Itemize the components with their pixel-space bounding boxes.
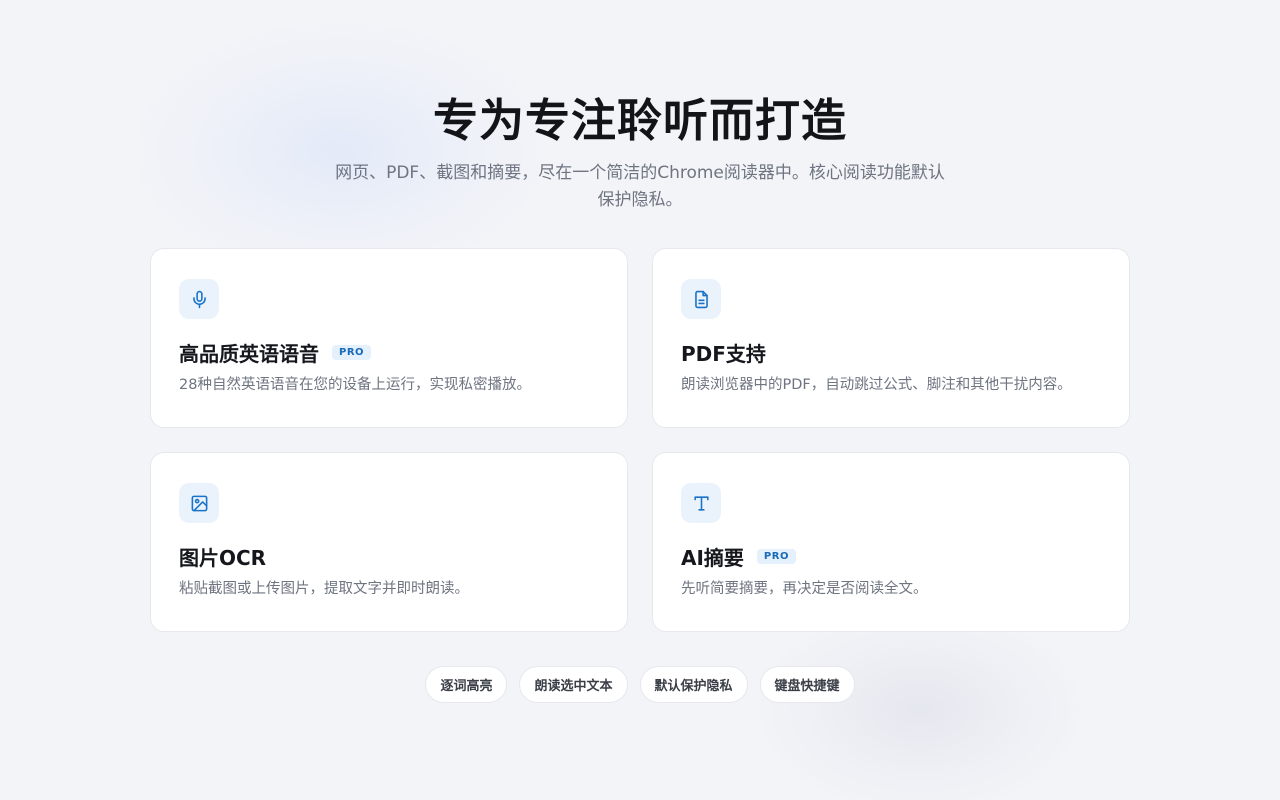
feature-description: 粘贴截图或上传图片，提取文字并即时朗读。 [179, 581, 469, 597]
pro-badge: PRO [756, 548, 796, 564]
feature-title: PDF支持 [681, 341, 766, 366]
tag-word-highlight: 逐词高亮 [425, 666, 508, 703]
microphone-icon [179, 279, 219, 319]
page-subtitle: 网页、PDF、截图和摘要，尽在一个简洁的Chrome阅读器中。核心阅读功能默认保… [335, 163, 945, 210]
image-icon [179, 483, 219, 523]
feature-card-ocr: 图片OCR 粘贴截图或上传图片，提取文字并即时朗读。 [150, 452, 628, 632]
feature-description: 28种自然英语语音在您的设备上运行，实现私密播放。 [179, 377, 531, 393]
tag-privacy-default: 默认保护隐私 [639, 666, 748, 703]
pro-badge: PRO [332, 344, 372, 360]
background-glow-bottom [760, 610, 1080, 800]
tag-keyboard-shortcuts: 键盘快捷键 [759, 666, 855, 703]
feature-grid: 高品质英语语音 PRO 28种自然英语语音在您的设备上运行，实现私密播放。 PD… [150, 248, 1130, 632]
feature-title: 图片OCR [179, 545, 267, 570]
text-icon [681, 483, 721, 523]
feature-description: 先听简要摘要，再决定是否阅读全文。 [681, 581, 928, 597]
document-icon [681, 279, 721, 319]
feature-title: AI摘要 [681, 545, 744, 570]
feature-card-pdf: PDF支持 朗读浏览器中的PDF，自动跳过公式、脚注和其他干扰内容。 [652, 248, 1130, 428]
feature-card-summary: AI摘要 PRO 先听简要摘要，再决定是否阅读全文。 [652, 452, 1130, 632]
tag-read-selection: 朗读选中文本 [519, 666, 628, 703]
feature-tags: 逐词高亮 朗读选中文本 默认保护隐私 键盘快捷键 [0, 666, 1280, 703]
feature-card-voices: 高品质英语语音 PRO 28种自然英语语音在您的设备上运行，实现私密播放。 [150, 248, 628, 428]
page-title: 专为专注聆听而打造 [432, 94, 847, 147]
hero-header: 专为专注聆听而打造 网页、PDF、截图和摘要，尽在一个简洁的Chrome阅读器中… [0, 90, 1280, 214]
feature-description: 朗读浏览器中的PDF，自动跳过公式、脚注和其他干扰内容。 [681, 377, 1072, 393]
feature-title: 高品质英语语音 [179, 341, 319, 366]
